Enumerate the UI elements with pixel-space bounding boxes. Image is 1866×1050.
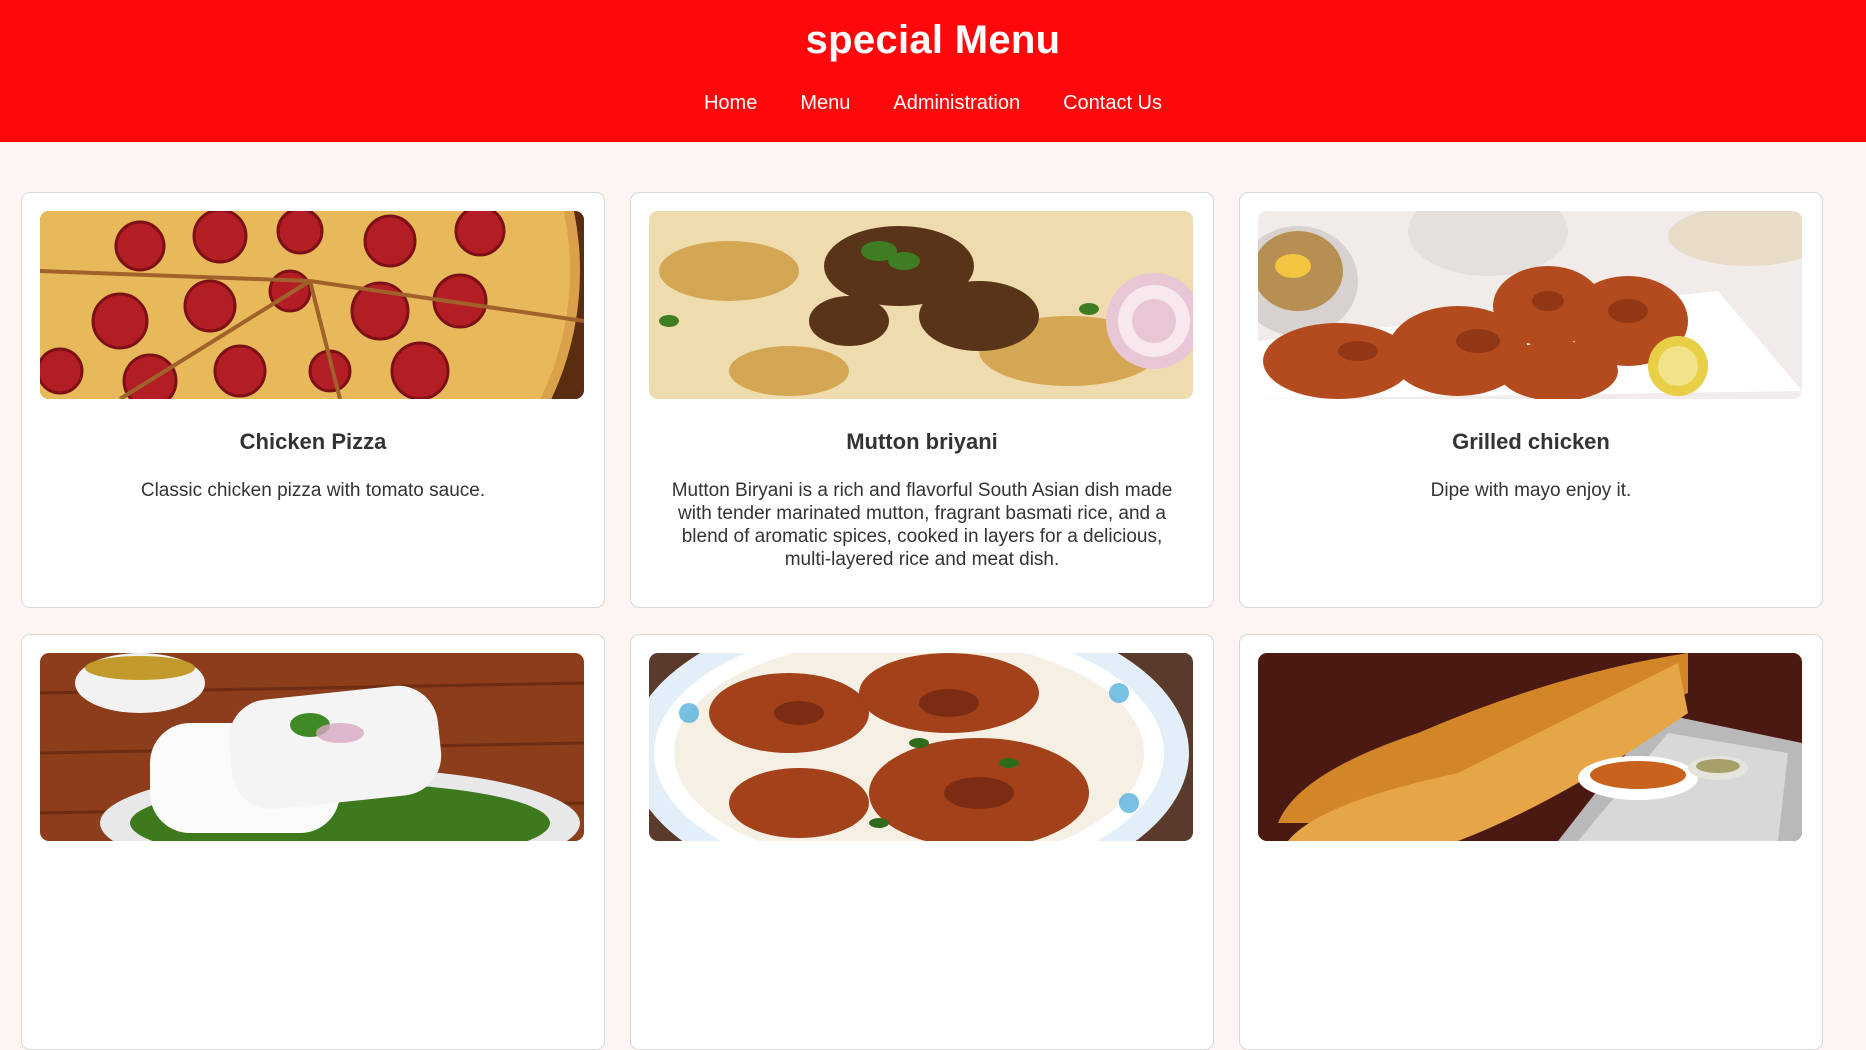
menu-card[interactable] xyxy=(1239,634,1823,1050)
pizza-image xyxy=(40,211,584,399)
menu-card[interactable]: Grilled chicken Dipe with mayo enjoy it. xyxy=(1239,192,1823,608)
main-nav: Home Menu Administration Contact Us xyxy=(0,92,1866,115)
nav-administration-link[interactable]: Administration xyxy=(893,92,1020,115)
menu-card[interactable]: Mutton briyani Mutton Biryani is a rich … xyxy=(630,192,1214,608)
nav-menu-link[interactable]: Menu xyxy=(800,92,850,115)
menu-card[interactable] xyxy=(21,634,605,1050)
grilled-chicken-image xyxy=(1258,211,1802,399)
site-header: special Menu Home Menu Administration Co… xyxy=(0,0,1866,142)
menu-item-name: Mutton briyani xyxy=(846,429,998,454)
site-title: special Menu xyxy=(805,18,1061,62)
menu-item-description: Classic chicken pizza with tomato sauce. xyxy=(140,480,486,501)
biryani-image xyxy=(649,211,1193,399)
menu-card[interactable] xyxy=(630,634,1214,1050)
menu-item-name: Chicken Pizza xyxy=(239,429,387,454)
menu-card[interactable]: Chicken Pizza Classic chicken pizza with… xyxy=(21,192,605,608)
dosa-image xyxy=(1258,653,1802,841)
menu-grid: Chicken Pizza Classic chicken pizza with… xyxy=(21,192,1825,1050)
nav-home-link[interactable]: Home xyxy=(704,92,757,115)
fried-fish-image xyxy=(649,653,1193,841)
menu-item-description: Mutton Biryani is a rich and flavorful S… xyxy=(671,480,1173,570)
menu-item-name: Grilled chicken xyxy=(1452,429,1610,454)
menu-item-description: Dipe with mayo enjoy it. xyxy=(1430,480,1632,501)
puttu-image xyxy=(40,653,584,841)
nav-contact-link[interactable]: Contact Us xyxy=(1063,92,1162,115)
